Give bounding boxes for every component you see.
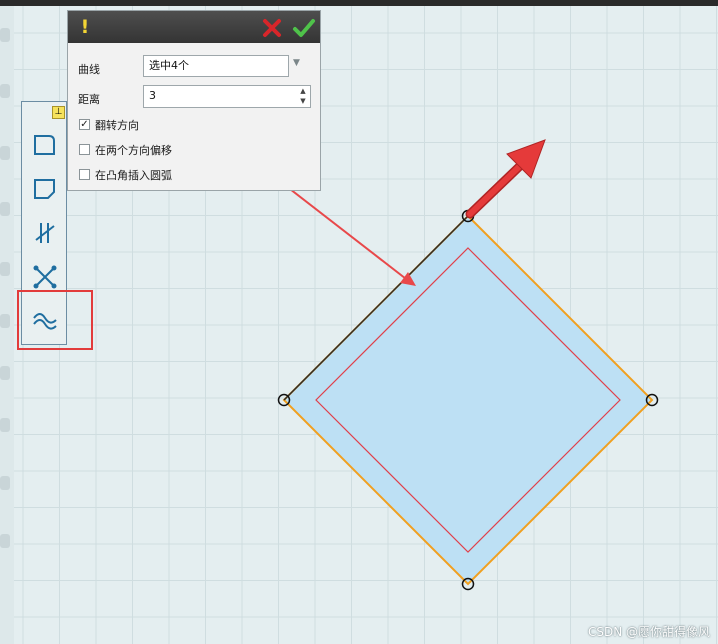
direction-arrow[interactable] <box>465 139 546 219</box>
watermark: CSDN @愿你甜得像风 <box>587 625 710 639</box>
offset-curve-panel: ! 曲线 选中4个 ▼ 距离 3 ▲ ▼ ✓ 翻转方向 在两个方向偏移 在凸角插入… <box>67 10 321 191</box>
distance-spinner[interactable]: ▲ ▼ <box>297 86 309 108</box>
pin-icon[interactable]: ⊥ <box>52 106 65 119</box>
insert-arc-checkbox[interactable] <box>79 169 90 180</box>
both-directions-label: 在两个方向偏移 <box>95 144 172 157</box>
selected-tool-highlight <box>17 290 93 350</box>
distance-input[interactable]: 3 <box>143 85 311 108</box>
curve-label: 曲线 <box>78 63 100 76</box>
distance-label: 距离 <box>78 93 100 106</box>
cancel-button[interactable] <box>261 17 283 39</box>
both-directions-checkbox[interactable] <box>79 144 90 155</box>
flip-direction-checkbox[interactable]: ✓ <box>79 119 90 130</box>
trim-curve-icon[interactable] <box>30 218 60 248</box>
curve-chamfer-icon[interactable] <box>30 174 60 204</box>
insert-arc-label: 在凸角插入圆弧 <box>95 169 172 182</box>
chevron-down-icon[interactable]: ▼ <box>293 58 305 72</box>
panel-header: ! <box>68 11 320 43</box>
curve-intersect-icon[interactable] <box>30 262 60 292</box>
ok-button[interactable] <box>292 16 316 40</box>
flip-direction-label: 翻转方向 <box>95 119 139 132</box>
square-shape[interactable] <box>282 214 654 586</box>
curve-selection-field[interactable]: 选中4个 <box>143 55 289 77</box>
exclamation-icon: ! <box>80 16 90 38</box>
offset-curve-icon[interactable] <box>30 130 60 160</box>
